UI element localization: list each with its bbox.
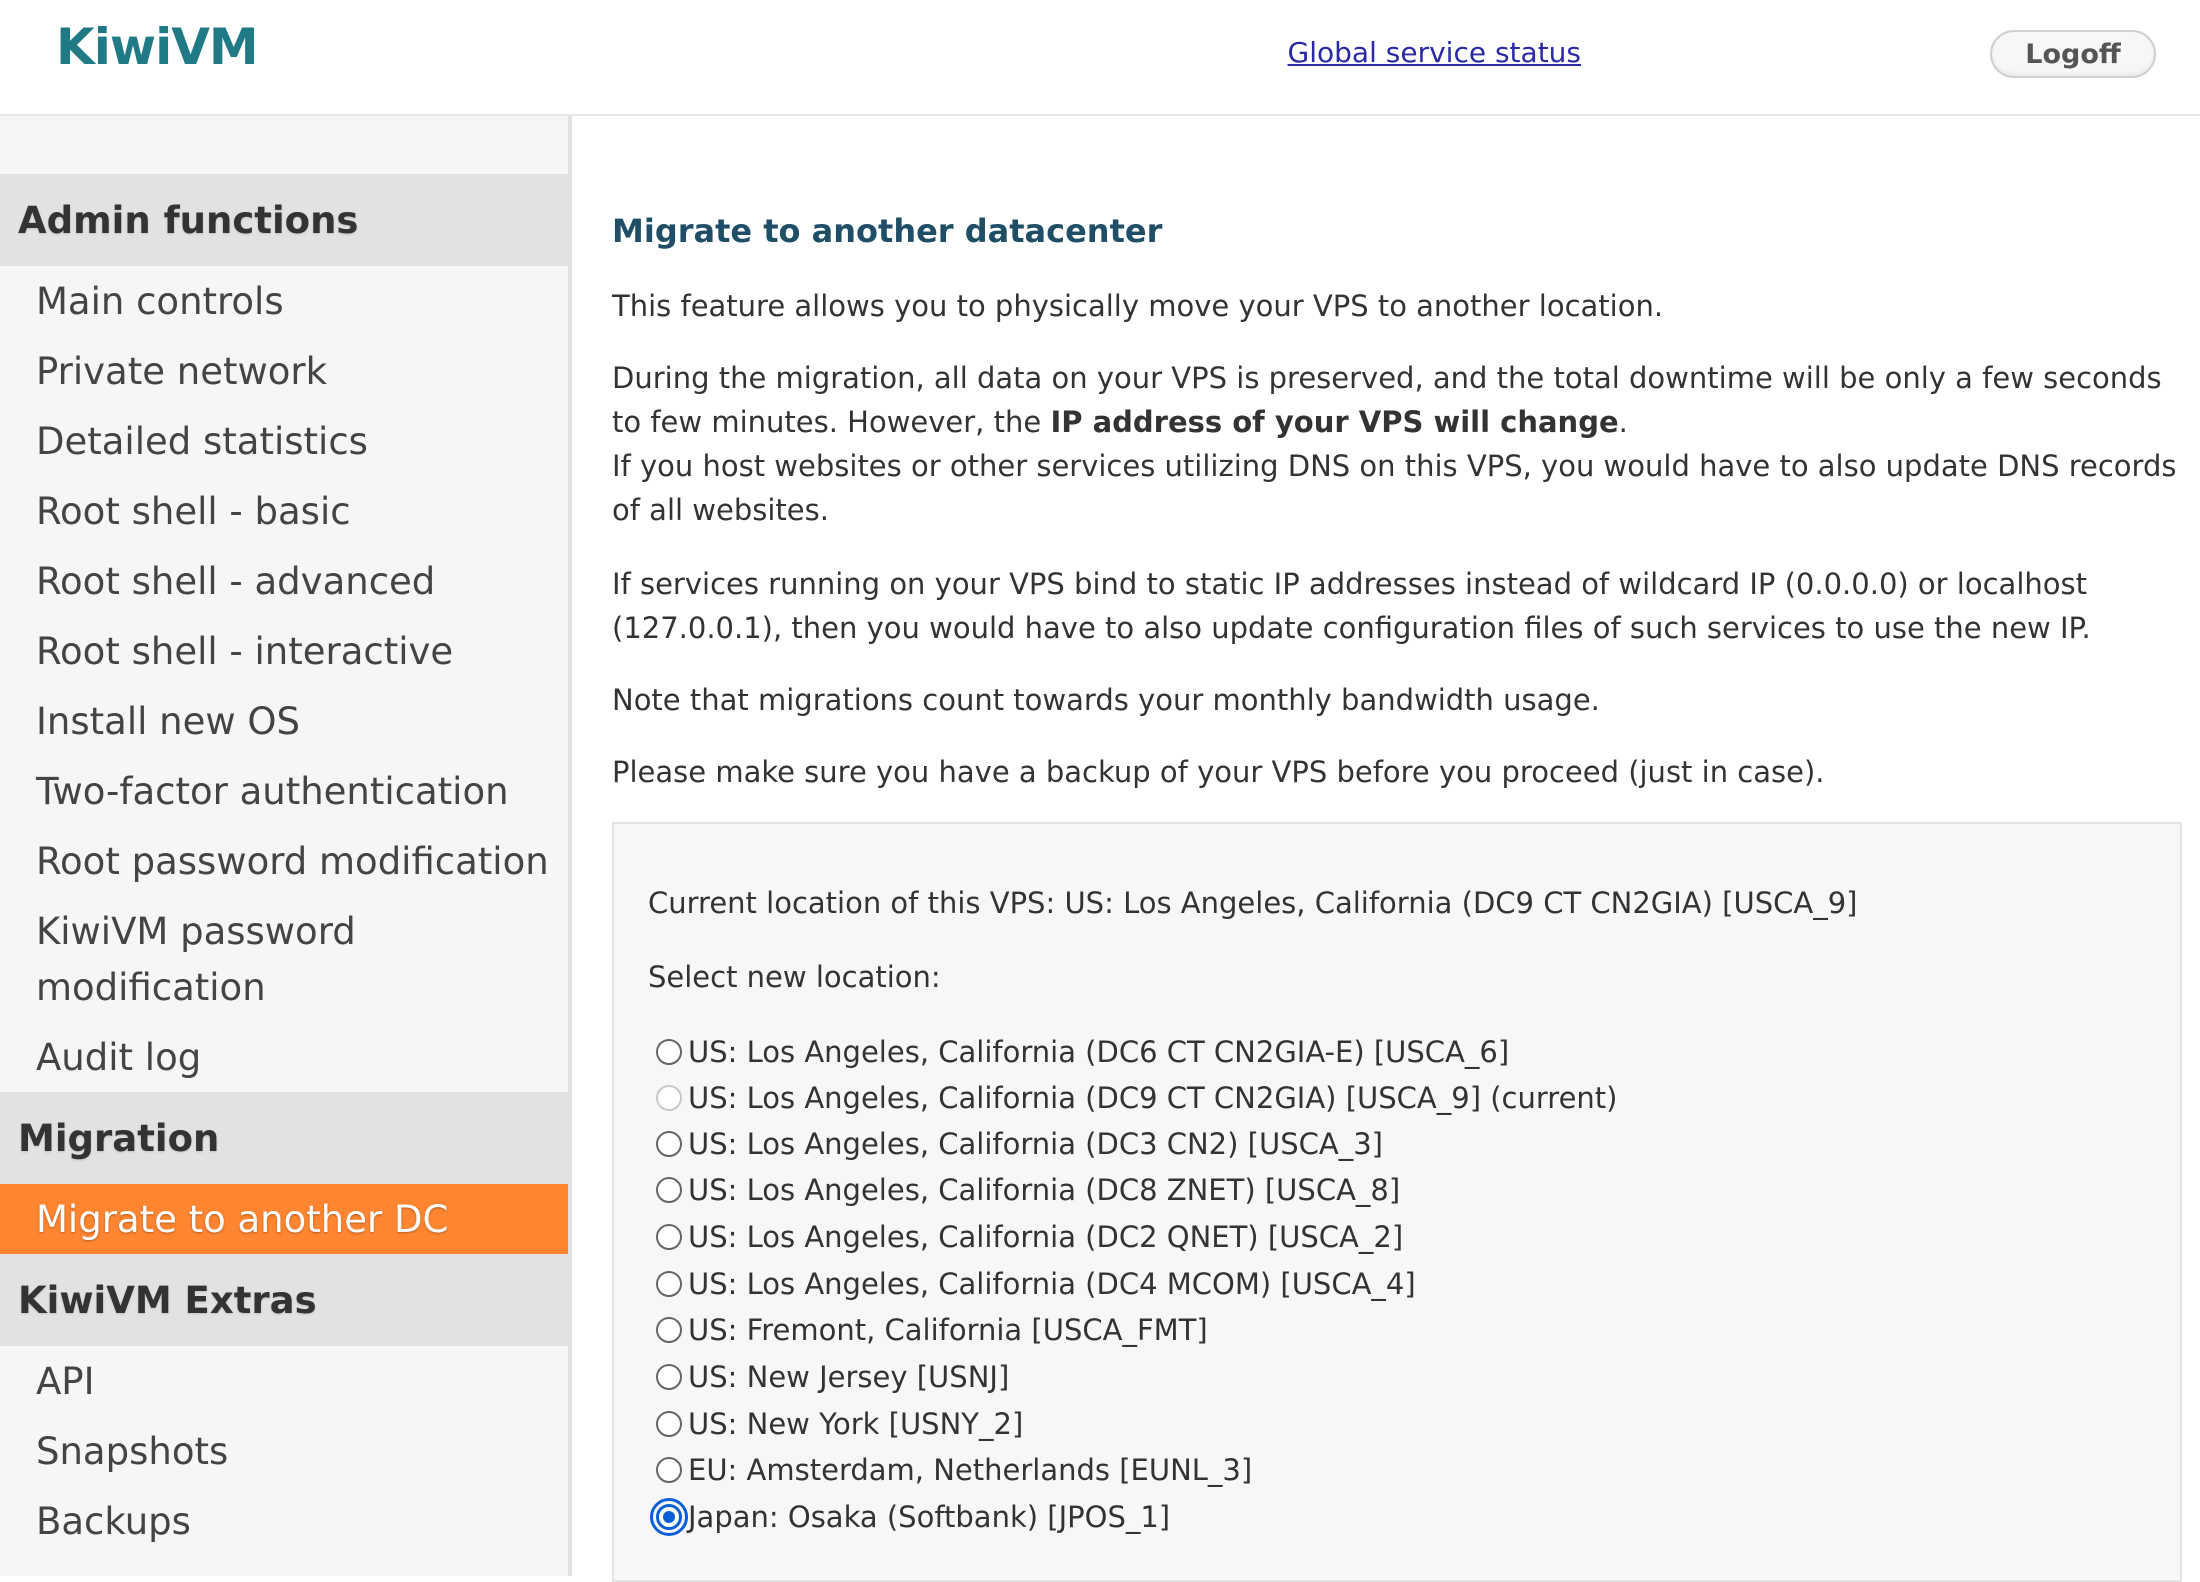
radio-button[interactable] [656, 1411, 682, 1437]
location-option-label: US: Los Angeles, California (DC4 MCOM) [… [688, 1267, 1416, 1301]
sidebar-item-audit-log[interactable]: Audit log [36, 1030, 556, 1086]
downtime-period: . [1618, 405, 1628, 439]
radio-button[interactable] [656, 1039, 682, 1065]
location-option-usca-3[interactable]: US: Los Angeles, California (DC3 CN2) [U… [656, 1124, 1383, 1164]
backup-note: Please make sure you have a backup of yo… [612, 755, 1825, 789]
sidebar-item-snapshots[interactable]: Snapshots [36, 1424, 556, 1480]
location-option-usca-2[interactable]: US: Los Angeles, California (DC2 QNET) [… [656, 1217, 1403, 1257]
ip-change-warning: IP address of your VPS will change [1050, 405, 1619, 439]
radio-button[interactable] [656, 1224, 682, 1250]
radio-button[interactable] [656, 1457, 682, 1483]
sidebar-item-main-controls[interactable]: Main controls [36, 274, 556, 330]
sidebar-section-admin-functions: Admin functions [0, 174, 568, 266]
sidebar-item-api[interactable]: API [36, 1354, 556, 1410]
location-option-label: US: Los Angeles, California (DC8 ZNET) [… [688, 1173, 1401, 1207]
location-option-label: US: New York [USNY_2] [688, 1407, 1024, 1441]
location-option-label: EU: Amsterdam, Netherlands [EUNL_3] [688, 1453, 1253, 1487]
location-option-label: US: Fremont, California [USCA_FMT] [688, 1313, 1208, 1347]
sidebar-section-migration: Migration [0, 1092, 568, 1184]
sidebar-item-migrate-to-another-dc[interactable]: Migrate to another DC [0, 1184, 568, 1254]
location-option-label: US: Los Angeles, California (DC6 CT CN2G… [688, 1035, 1510, 1069]
location-option-label: US: Los Angeles, California (DC9 CT CN2G… [688, 1081, 1618, 1115]
sidebar-item-backups[interactable]: Backups [36, 1494, 556, 1550]
location-option-label: US: New Jersey [USNJ] [688, 1360, 1010, 1394]
sidebar-item-two-factor-authentication[interactable]: Two-factor authentication [36, 764, 556, 820]
sidebar-item-kiwivm-password-modification[interactable]: KiwiVM password modification [36, 904, 416, 1016]
location-option-label: US: Los Angeles, California (DC2 QNET) [… [688, 1220, 1404, 1254]
sidebar-item-root-password-modification[interactable]: Root password modification [36, 834, 556, 890]
location-option-label: US: Los Angeles, California (DC3 CN2) [U… [688, 1127, 1383, 1161]
location-option-usca-fmt[interactable]: US: Fremont, California [USCA_FMT] [656, 1310, 1208, 1350]
sidebar-item-private-network[interactable]: Private network [36, 344, 556, 400]
select-location-label: Select new location: [648, 960, 941, 994]
global-service-status-link[interactable]: Global service status [1288, 36, 1581, 69]
radio-button[interactable] [656, 1271, 682, 1297]
top-header: KiwiVM Global service status Logoff [0, 0, 2200, 116]
migration-panel: Current location of this VPS: US: Los An… [612, 822, 2182, 1582]
dns-text: If you host websites or other services u… [612, 449, 2177, 527]
sidebar-item-detailed-statistics[interactable]: Detailed statistics [36, 414, 556, 470]
logoff-button[interactable]: Logoff [1990, 30, 2156, 78]
radio-button-selected[interactable] [650, 1498, 688, 1536]
location-option-usca-9-current: US: Los Angeles, California (DC9 CT CN2G… [656, 1078, 1617, 1118]
location-option-eunl-3[interactable]: EU: Amsterdam, Netherlands [EUNL_3] [656, 1450, 1252, 1490]
page-title: Migrate to another datacenter [612, 212, 1163, 250]
radio-button-disabled [656, 1085, 682, 1111]
radio-button[interactable] [656, 1364, 682, 1390]
downtime-paragraph: During the migration, all data on your V… [612, 356, 2177, 532]
radio-button[interactable] [656, 1317, 682, 1343]
kiwivm-logo[interactable]: KiwiVM [56, 18, 259, 76]
sidebar: Admin functions Main controls Private ne… [0, 116, 572, 1576]
location-option-usny-2[interactable]: US: New York [USNY_2] [656, 1404, 1023, 1444]
radio-button[interactable] [656, 1131, 682, 1157]
location-option-jpos-1[interactable]: Japan: Osaka (Softbank) [JPOS_1] [650, 1497, 1171, 1537]
static-ip-paragraph: If services running on your VPS bind to … [612, 567, 2091, 645]
sidebar-item-root-shell-advanced[interactable]: Root shell - advanced [36, 554, 556, 610]
sidebar-item-root-shell-interactive[interactable]: Root shell - interactive [36, 624, 556, 680]
bandwidth-note: Note that migrations count towards your … [612, 683, 1600, 717]
sidebar-section-kiwivm-extras: KiwiVM Extras [0, 1254, 568, 1346]
location-option-usca-4[interactable]: US: Los Angeles, California (DC4 MCOM) [… [656, 1264, 1416, 1304]
location-option-usca-8[interactable]: US: Los Angeles, California (DC8 ZNET) [… [656, 1170, 1400, 1210]
intro-paragraph: This feature allows you to physically mo… [612, 289, 1664, 323]
current-location: Current location of this VPS: US: Los An… [648, 886, 1858, 920]
radio-button[interactable] [656, 1177, 682, 1203]
location-option-usnj[interactable]: US: New Jersey [USNJ] [656, 1357, 1009, 1397]
sidebar-item-root-shell-basic[interactable]: Root shell - basic [36, 484, 556, 540]
location-option-label: Japan: Osaka (Softbank) [JPOS_1] [688, 1500, 1171, 1534]
sidebar-item-install-new-os[interactable]: Install new OS [36, 694, 556, 750]
location-option-usca-6[interactable]: US: Los Angeles, California (DC6 CT CN2G… [656, 1032, 1509, 1072]
